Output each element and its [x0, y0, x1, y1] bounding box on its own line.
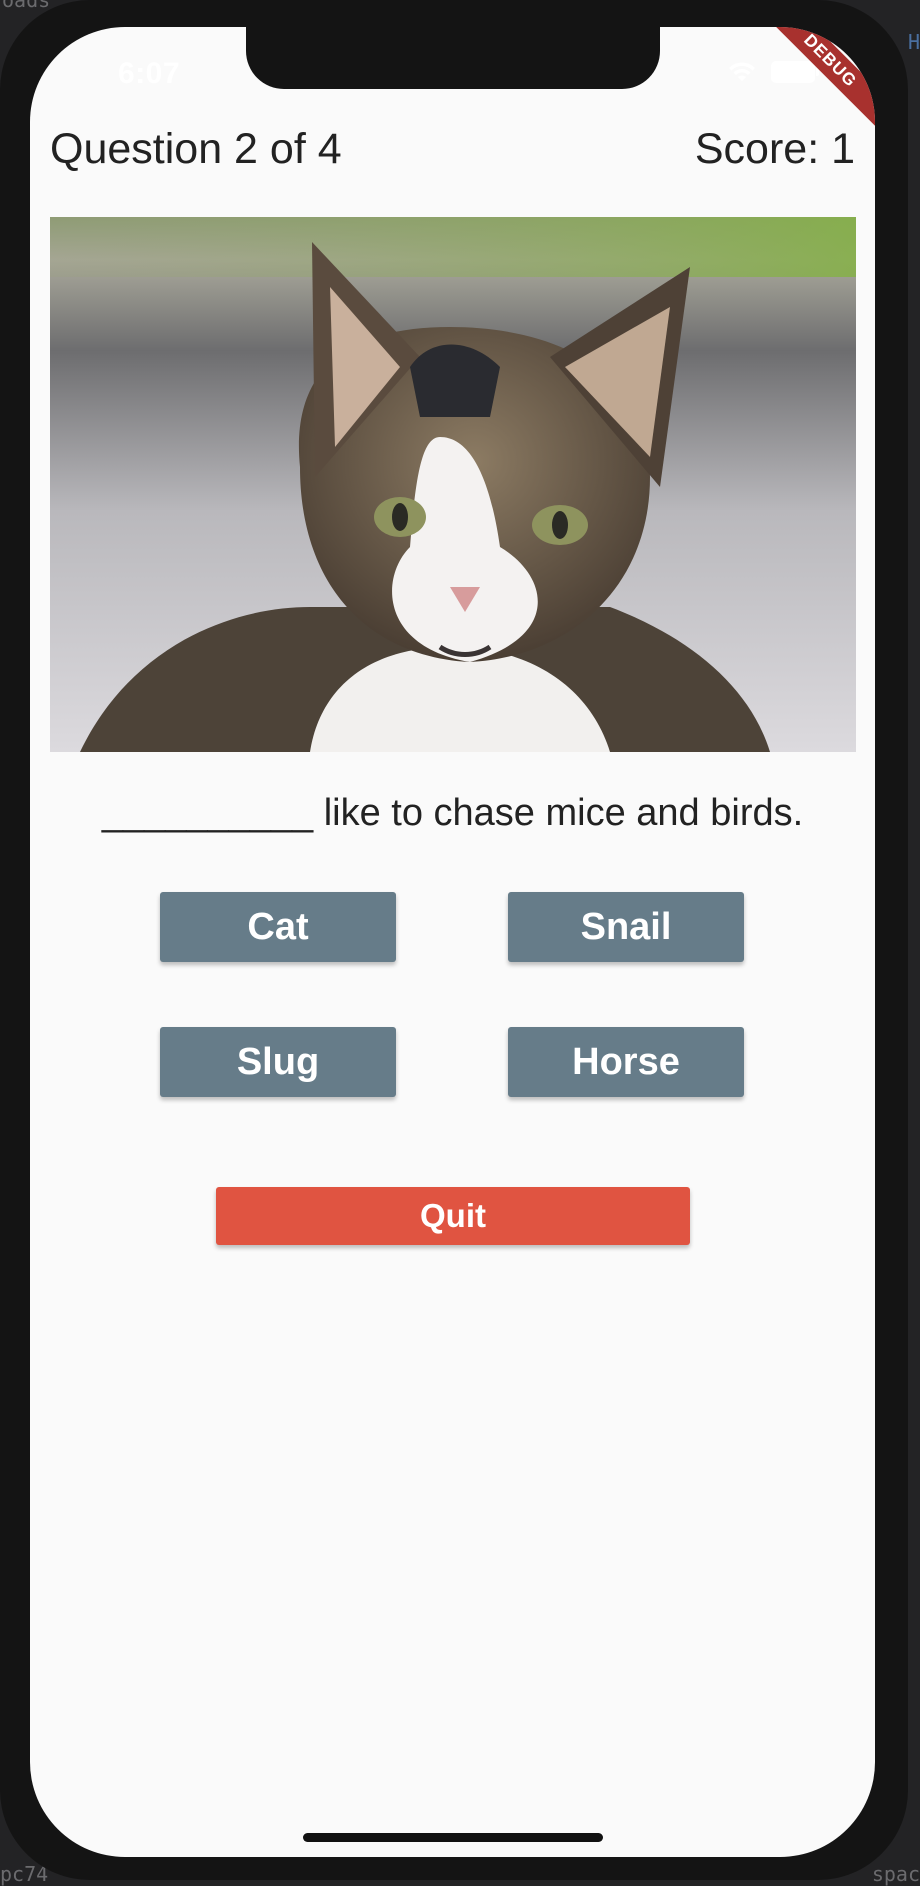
background-text-top-right: H [907, 30, 920, 54]
home-indicator[interactable] [303, 1833, 603, 1842]
score-label: Score: 1 [694, 125, 855, 173]
quit-button[interactable]: Quit [216, 1187, 690, 1245]
answer-button-horse[interactable]: Horse [508, 1027, 744, 1097]
cat-photo [50, 217, 856, 752]
app-screen: 6:07 DEBUG Question 2 of 4 Score: 1 ____… [30, 27, 875, 1857]
answer-button-cat[interactable]: Cat [160, 892, 396, 962]
device-notch [246, 27, 660, 89]
background-text-bottom-right: spac [871, 1862, 920, 1886]
answer-button-slug[interactable]: Slug [160, 1027, 396, 1097]
battery-icon [771, 61, 819, 83]
answer-button-snail[interactable]: Snail [508, 892, 744, 962]
question-progress: Question 2 of 4 [50, 125, 342, 173]
status-time: 6:07 [118, 57, 181, 90]
background-text-top-left: oads [2, 0, 51, 12]
quiz-header: Question 2 of 4 Score: 1 [50, 125, 855, 174]
status-icons [727, 61, 819, 83]
phone-frame: 6:07 DEBUG Question 2 of 4 Score: 1 ____… [0, 0, 908, 1880]
wifi-icon [727, 61, 757, 83]
question-text: __________ like to chase mice and birds. [101, 792, 804, 834]
